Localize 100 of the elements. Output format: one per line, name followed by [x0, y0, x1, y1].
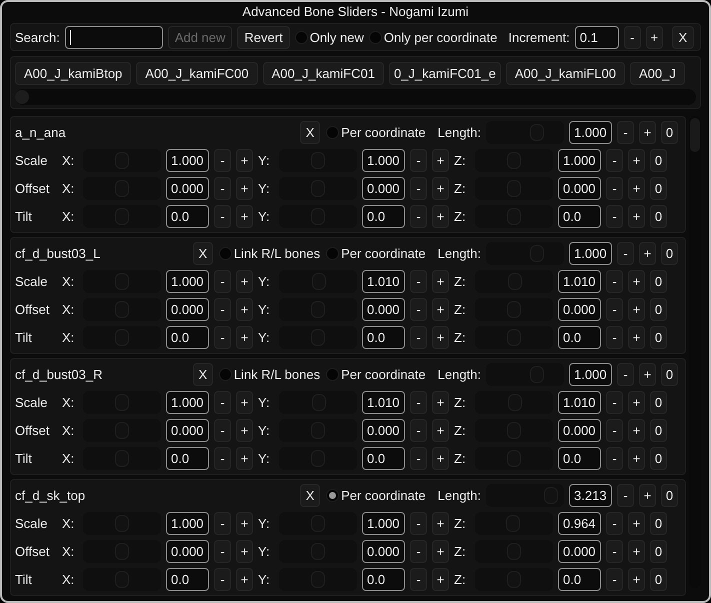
increment-button[interactable]: +	[628, 177, 645, 200]
increment-button[interactable]: +	[639, 484, 656, 507]
decrement-button[interactable]: -	[214, 447, 231, 470]
increment-button[interactable]: +	[236, 568, 253, 591]
increment-button[interactable]: +	[432, 149, 449, 172]
bone-tab[interactable]: A00_J_kamiBtop	[15, 62, 132, 85]
decrement-button[interactable]: -	[214, 512, 231, 535]
decrement-button[interactable]: -	[606, 270, 623, 293]
decrement-button[interactable]: -	[606, 419, 623, 442]
toolbar-button[interactable]: Revert	[237, 26, 290, 48]
decrement-button[interactable]: -	[617, 363, 634, 386]
decrement-button[interactable]: -	[606, 568, 623, 591]
increment-button[interactable]: +	[628, 270, 645, 293]
value-field[interactable]: 0.000	[362, 419, 405, 442]
reset-button[interactable]: 0	[661, 363, 678, 386]
decrement-button[interactable]: -	[606, 177, 623, 200]
decrement-button[interactable]: -	[214, 298, 231, 321]
increment-button[interactable]: +	[432, 419, 449, 442]
decrement-button[interactable]: -	[410, 419, 427, 442]
increment-field[interactable]: 0.1	[574, 26, 619, 48]
value-field[interactable]: 1.010	[558, 391, 601, 414]
value-field[interactable]: 0.0	[166, 568, 209, 591]
decrement-button[interactable]: -	[410, 568, 427, 591]
increment-button[interactable]: +	[432, 447, 449, 470]
value-field[interactable]: 0.0	[362, 326, 405, 349]
value-field[interactable]: 0.000	[362, 177, 405, 200]
increment-button[interactable]: +	[236, 447, 253, 470]
value-field[interactable]: 0.0	[362, 205, 405, 228]
value-field[interactable]: 1.010	[558, 270, 601, 293]
increment-button[interactable]: +	[639, 121, 656, 144]
decrement-button[interactable]: -	[214, 326, 231, 349]
value-field[interactable]: 0.000	[558, 298, 601, 321]
increment-button[interactable]: +	[432, 568, 449, 591]
increment-button[interactable]: +	[628, 205, 645, 228]
decrement-button[interactable]: -	[606, 326, 623, 349]
reset-button[interactable]: 0	[650, 177, 667, 200]
close-button[interactable]: X	[672, 26, 694, 48]
increment-button[interactable]: +	[628, 149, 645, 172]
decrement-button[interactable]: -	[606, 447, 623, 470]
reset-button[interactable]: 0	[650, 326, 667, 349]
increment-button[interactable]: +	[432, 540, 449, 563]
reset-button[interactable]: 0	[650, 540, 667, 563]
decrement-button[interactable]: -	[617, 121, 634, 144]
value-field[interactable]: 0.000	[558, 540, 601, 563]
value-field[interactable]: 1.010	[362, 270, 405, 293]
decrement-button[interactable]: -	[410, 540, 427, 563]
increment-button[interactable]: +	[432, 298, 449, 321]
decrement-button[interactable]: -	[410, 512, 427, 535]
increment-button[interactable]: +	[236, 205, 253, 228]
value-field[interactable]: 1.000	[166, 391, 209, 414]
bone-tab[interactable]: A00_J_kamiFC00	[136, 62, 258, 85]
increment-button[interactable]: +	[236, 177, 253, 200]
value-field[interactable]: 0.000	[558, 177, 601, 200]
option-toggle[interactable]: Per coordinate	[326, 488, 426, 503]
reset-button[interactable]: 0	[661, 242, 678, 265]
decrement-button[interactable]: -	[606, 149, 623, 172]
reset-button[interactable]: 0	[650, 391, 667, 414]
increment-button[interactable]: +	[236, 298, 253, 321]
increment-button[interactable]: +	[432, 270, 449, 293]
value-field[interactable]: 1.000	[166, 270, 209, 293]
value-field[interactable]: 0.0	[166, 326, 209, 349]
decrement-button[interactable]: -	[410, 270, 427, 293]
value-field[interactable]: 1.000	[166, 149, 209, 172]
increment-button[interactable]: +	[236, 326, 253, 349]
remove-button[interactable]: X	[192, 363, 213, 386]
value-field[interactable]: 0.0	[558, 326, 601, 349]
value-field[interactable]: 0.000	[166, 419, 209, 442]
value-field[interactable]: 0.0	[362, 447, 405, 470]
reset-button[interactable]: 0	[650, 512, 667, 535]
value-field[interactable]: 0.964	[558, 512, 601, 535]
increment-button[interactable]: +	[236, 512, 253, 535]
decrement-button[interactable]: -	[624, 26, 641, 48]
decrement-button[interactable]: -	[606, 391, 623, 414]
increment-button[interactable]: +	[236, 391, 253, 414]
option-toggle[interactable]: Per coordinate	[326, 125, 426, 140]
value-field[interactable]: 0.000	[166, 298, 209, 321]
decrement-button[interactable]: -	[410, 447, 427, 470]
reset-button[interactable]: 0	[650, 149, 667, 172]
increment-button[interactable]: +	[628, 568, 645, 591]
increment-button[interactable]: +	[236, 540, 253, 563]
reset-button[interactable]: 0	[650, 419, 667, 442]
option-toggle[interactable]: Link R/L bones	[218, 246, 320, 261]
decrement-button[interactable]: -	[214, 419, 231, 442]
bone-tab[interactable]: A00_J_kamiFC01	[262, 62, 384, 85]
value-field[interactable]: 0.000	[558, 419, 601, 442]
decrement-button[interactable]: -	[606, 540, 623, 563]
decrement-button[interactable]: -	[410, 149, 427, 172]
value-field[interactable]: 1.000	[569, 363, 612, 386]
decrement-button[interactable]: -	[214, 149, 231, 172]
reset-button[interactable]: 0	[650, 298, 667, 321]
increment-button[interactable]: +	[628, 540, 645, 563]
decrement-button[interactable]: -	[214, 391, 231, 414]
decrement-button[interactable]: -	[410, 326, 427, 349]
reset-button[interactable]: 0	[650, 447, 667, 470]
remove-button[interactable]: X	[300, 121, 320, 144]
increment-button[interactable]: +	[628, 512, 645, 535]
increment-button[interactable]: +	[432, 512, 449, 535]
value-field[interactable]: 0.0	[558, 205, 601, 228]
decrement-button[interactable]: -	[410, 177, 427, 200]
decrement-button[interactable]: -	[606, 205, 623, 228]
